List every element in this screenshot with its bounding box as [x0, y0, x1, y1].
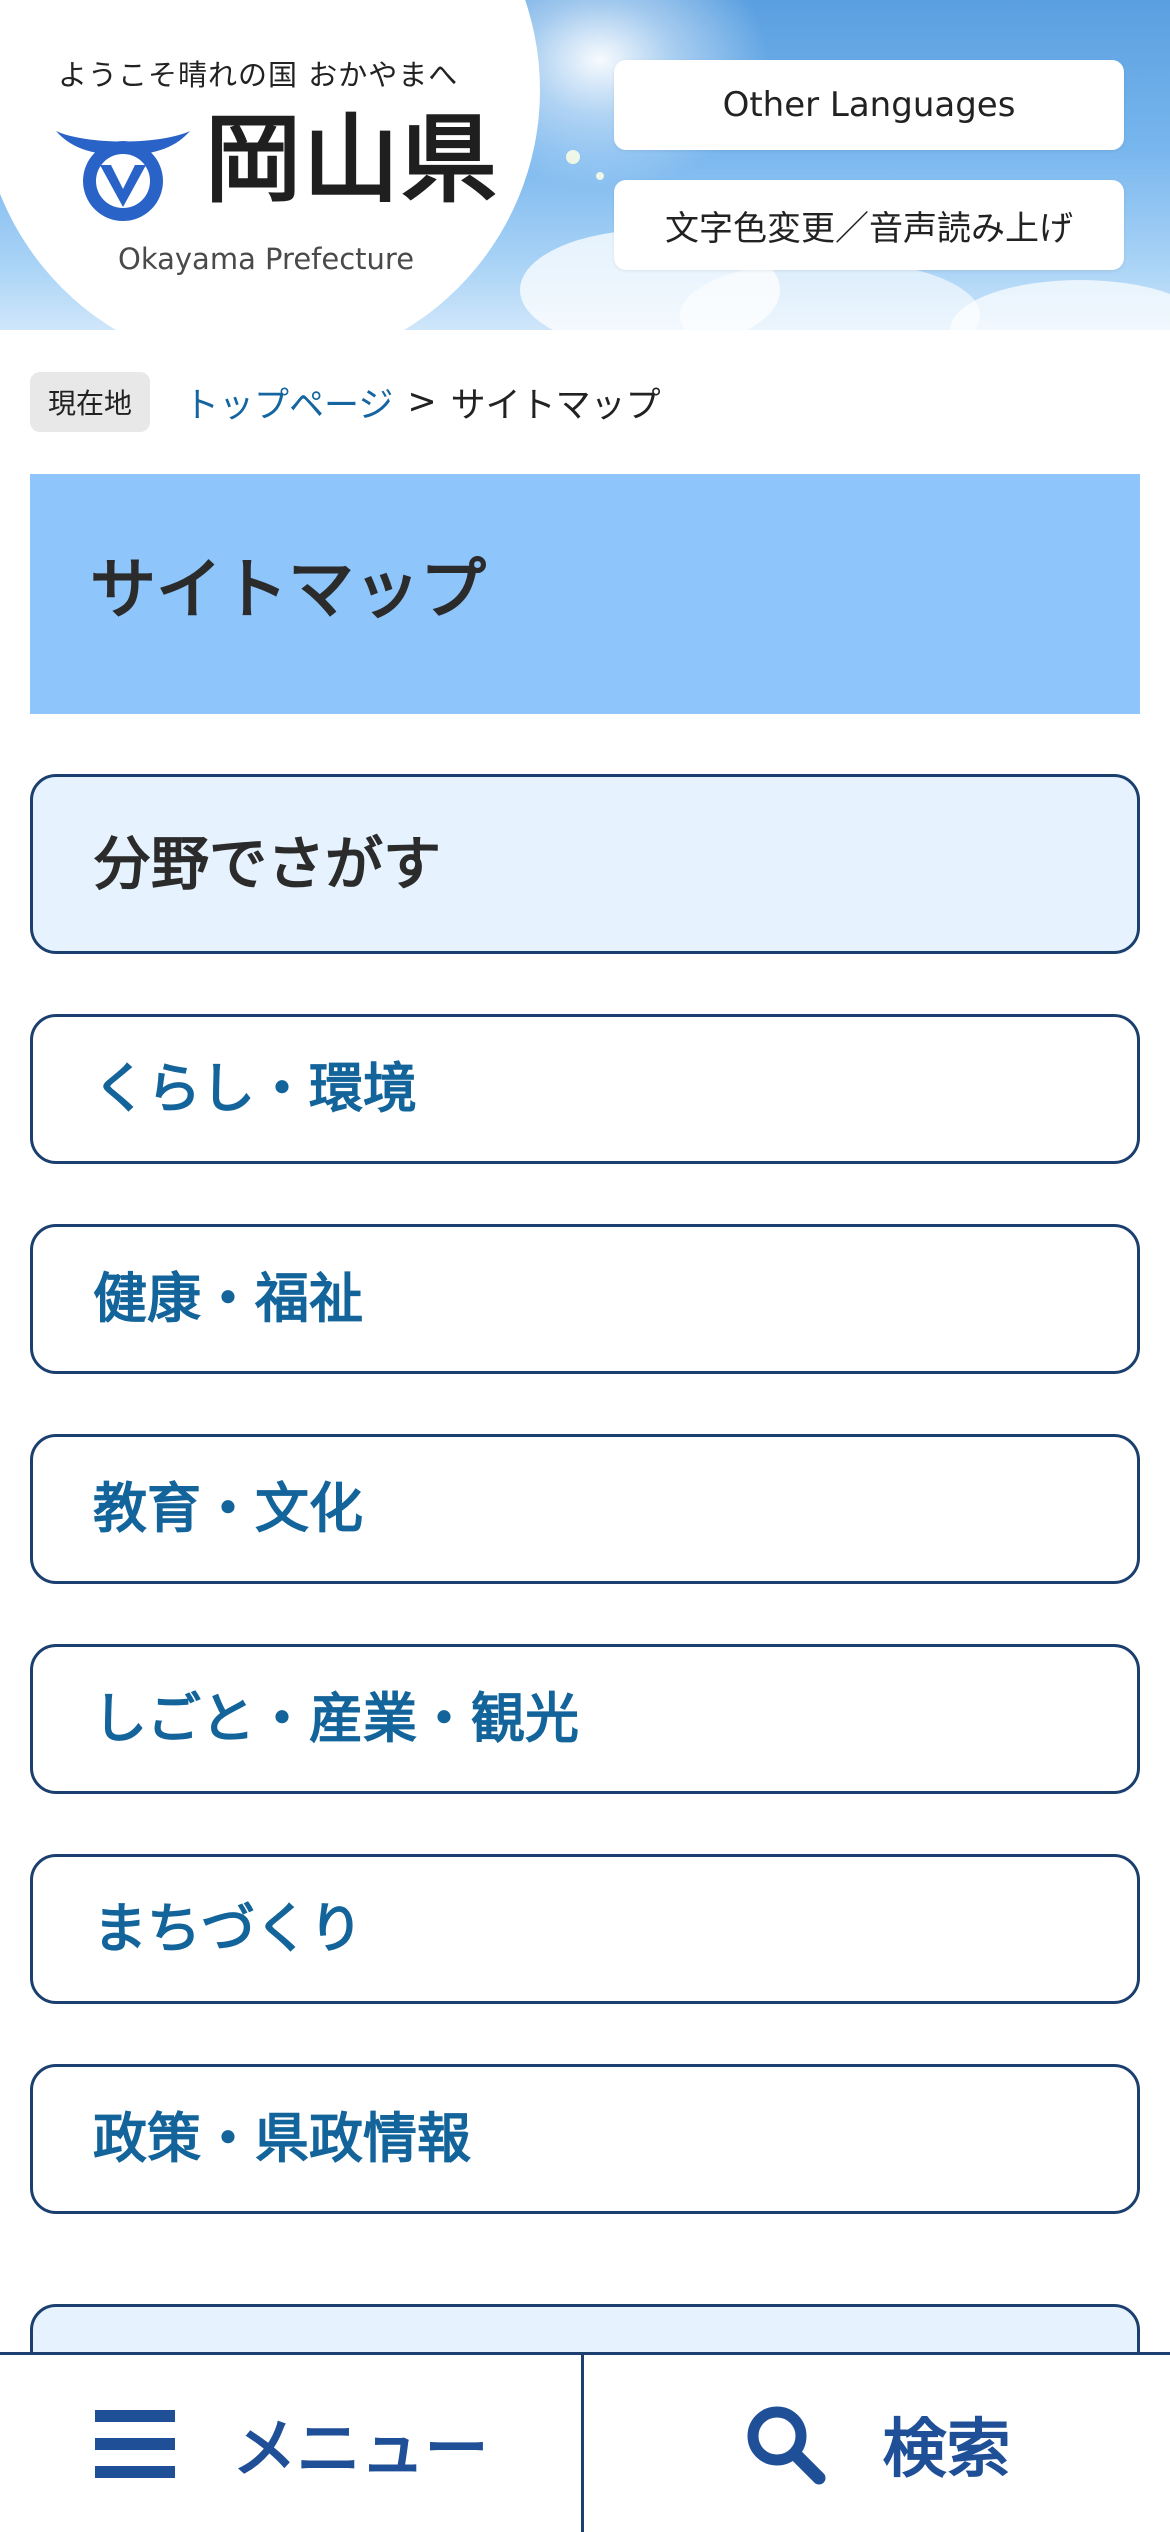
breadcrumb-separator: >: [407, 382, 437, 422]
other-languages-button[interactable]: Other Languages: [614, 60, 1124, 150]
hamburger-icon: [94, 2409, 175, 2478]
breadcrumb: 現在地 トップページ > サイトマップ: [30, 372, 661, 432]
category-link-town-planning[interactable]: まちづくり: [30, 1854, 1140, 2004]
sky-sparkle: [596, 172, 604, 180]
logo-name-en: Okayama Prefecture: [118, 242, 415, 276]
category-link-education-culture[interactable]: 教育・文化: [30, 1434, 1140, 1584]
accessibility-button[interactable]: 文字色変更／音声読み上げ: [614, 180, 1124, 270]
category-label: 健康・福祉: [93, 1267, 363, 1330]
search-label: 検索: [882, 2412, 1011, 2487]
breadcrumb-current: サイトマップ: [450, 385, 661, 426]
section-header-by-field: 分野でさがす: [30, 774, 1140, 954]
breadcrumb-home-link[interactable]: トップページ: [184, 377, 393, 428]
sky-sparkle: [566, 150, 580, 164]
page-title-band: サイトマップ: [30, 474, 1140, 714]
logo-tagline: ようこそ晴れの国 おかやまへ: [58, 58, 459, 92]
site-header: ようこそ晴れの国 おかやまへ 岡山県 Okayama Prefecture Ot…: [0, 0, 1170, 330]
category-label: 政策・県政情報: [93, 2107, 471, 2170]
page-title: サイトマップ: [90, 551, 486, 628]
category-link-health-welfare[interactable]: 健康・福祉: [30, 1224, 1140, 1374]
section-title: 分野でさがす: [93, 830, 442, 898]
category-label: しごと・産業・観光: [93, 1687, 579, 1750]
logo-name: 岡山県: [205, 104, 499, 216]
category-link-work-industry-tourism[interactable]: しごと・産業・観光: [30, 1644, 1140, 1794]
category-link-policy-info[interactable]: 政策・県政情報: [30, 2064, 1140, 2214]
menu-button[interactable]: メニュー: [0, 2355, 584, 2532]
category-label: まちづくり: [93, 1897, 363, 1960]
category-label: くらし・環境: [93, 1057, 417, 1120]
search-button[interactable]: 検索: [584, 2355, 1169, 2532]
menu-label: メニュー: [232, 2412, 489, 2487]
search-icon: [747, 2406, 825, 2484]
bottom-nav-bar: メニュー 検索: [0, 2352, 1170, 2532]
breadcrumb-here-label: 現在地: [30, 372, 151, 432]
okayama-emblem-icon: [56, 131, 190, 221]
sitemap-page: ようこそ晴れの国 おかやまへ 岡山県 Okayama Prefecture Ot…: [0, 0, 1170, 2532]
category-link-living-environment[interactable]: くらし・環境: [30, 1014, 1140, 1164]
sky-cloud: [950, 280, 1170, 330]
category-label: 教育・文化: [93, 1477, 363, 1540]
